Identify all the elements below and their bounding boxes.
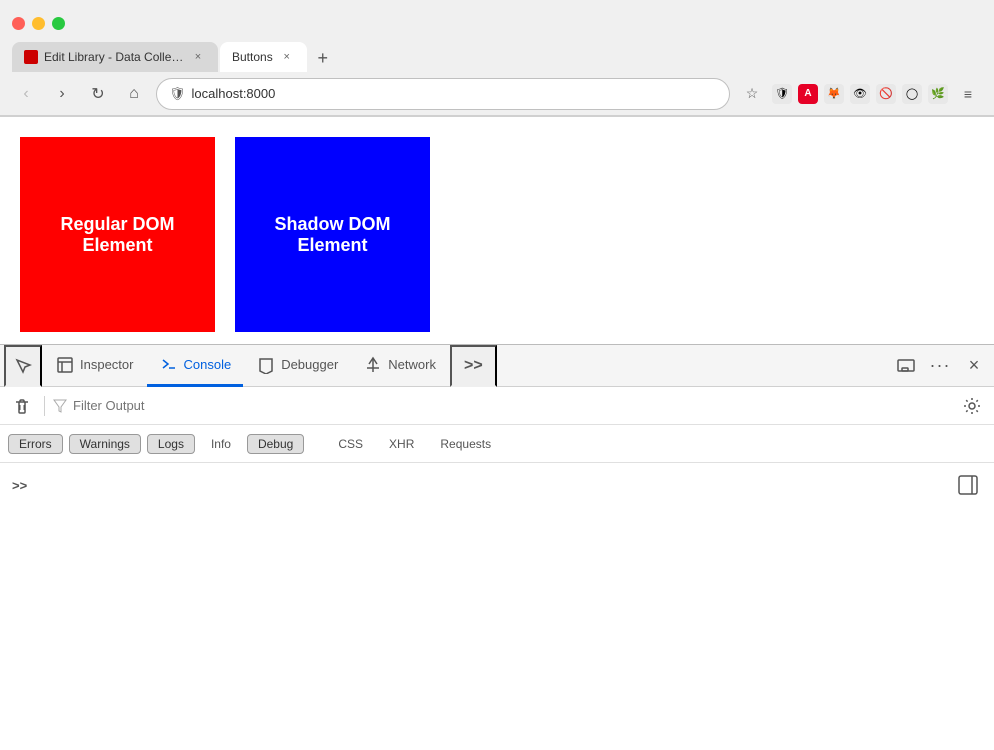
extension-vpn-icon[interactable]: 🛡 [772,84,792,104]
debugger-tab-label: Debugger [281,357,338,372]
filter-divider [44,396,45,416]
extension-firefox-icon[interactable]: 🦊 [824,84,844,104]
devtools-more-button[interactable]: ··· [924,350,956,382]
shield-icon: 🛡 [169,86,186,102]
tab-close-2[interactable]: × [279,49,295,65]
console-prompt: >> [12,478,27,493]
address-bar[interactable]: 🛡 [156,78,730,110]
console-icon [159,355,177,373]
filter-info-button[interactable]: Info [201,435,241,453]
network-tab-label: Network [388,357,436,372]
filter-xhr-button[interactable]: XHR [379,435,424,453]
address-input[interactable] [192,86,717,101]
bookmark-button[interactable]: ☆ [738,80,766,108]
extension-adobe-icon[interactable]: A [798,84,818,104]
filter-logs-button[interactable]: Logs [147,434,195,454]
responsive-icon [897,357,915,375]
filter-icon [53,399,67,413]
devtools-close-button[interactable]: × [958,350,990,382]
browser-chrome: Edit Library - Data Collection | T... × … [0,0,994,117]
devtools-toolbar: Inspector Console Debugger Network [0,345,994,387]
console-area: Errors Warnings Logs Info Debug CSS XHR … [0,387,994,507]
debugger-icon [257,356,275,374]
regular-dom-box[interactable]: Regular DOM Element [20,137,215,332]
nav-bar: ‹ › ↻ ⌂ 🛡 ☆ 🛡 A 🦊 👁 🚫 ◯ 🌿 ≡ [0,72,994,116]
home-button[interactable]: ⌂ [120,80,148,108]
close-window-button[interactable] [12,17,25,30]
inspector-icon [56,356,74,374]
filter-input-wrapper [53,398,950,413]
shadow-dom-box[interactable]: Shadow DOM Element [235,137,430,332]
pick-icon [14,357,32,375]
page-content: Regular DOM Element Shadow DOM Element [0,117,994,347]
console-tab-label: Console [183,357,231,372]
tabs-bar: Edit Library - Data Collection | T... × … [0,38,994,72]
filter-requests-button[interactable]: Requests [430,435,501,453]
filter-css-button[interactable]: CSS [328,435,373,453]
console-sidebar-button[interactable] [954,471,982,499]
tab-buttons[interactable]: Buttons × [220,42,307,72]
devtools-panel: Inspector Console Debugger Network [0,344,994,750]
devtools-tab-console[interactable]: Console [147,345,243,387]
nav-icons-right: ☆ 🛡 A 🦊 👁 🚫 ◯ 🌿 ≡ [738,80,982,108]
filter-bar [0,387,994,425]
console-settings-button[interactable] [958,392,986,420]
shadow-dom-label: Shadow DOM Element [251,214,414,256]
filter-warnings-button[interactable]: Warnings [69,434,141,454]
sidebar-icon [957,474,979,496]
extension-block-icon[interactable]: 🚫 [876,84,896,104]
network-icon [364,356,382,374]
forward-button[interactable]: › [48,80,76,108]
clear-console-button[interactable] [8,392,36,420]
devtools-pick-button[interactable] [4,345,42,387]
tab-favicon-1 [24,50,38,64]
devtools-tab-debugger[interactable]: Debugger [245,345,350,387]
filter-debug-button[interactable]: Debug [247,434,304,454]
minimize-window-button[interactable] [32,17,45,30]
title-bar [0,0,994,38]
tab-label-2: Buttons [232,50,273,64]
overflow-label: >> [464,357,483,375]
log-filters: Errors Warnings Logs Info Debug CSS XHR … [0,425,994,463]
devtools-tab-network[interactable]: Network [352,345,448,387]
extension-eye-icon[interactable]: 👁 [850,84,870,104]
tab-edit-library[interactable]: Edit Library - Data Collection | T... × [12,42,218,72]
extension-extra-icon[interactable]: ◯ [902,84,922,104]
maximize-window-button[interactable] [52,17,65,30]
responsive-toggle-button[interactable] [890,350,922,382]
tab-close-1[interactable]: × [190,49,206,65]
extension-green-icon[interactable]: 🌿 [928,84,948,104]
page-viewport: Regular DOM Element Shadow DOM Element [0,117,994,347]
window-controls [12,17,65,30]
menu-button[interactable]: ≡ [954,80,982,108]
new-tab-button[interactable]: + [309,44,337,72]
back-button[interactable]: ‹ [12,80,40,108]
gear-icon [963,397,981,415]
console-content-area: >> [0,463,994,507]
reload-button[interactable]: ↻ [84,80,112,108]
devtools-overflow-button[interactable]: >> [450,345,497,387]
inspector-tab-label: Inspector [80,357,133,372]
trash-icon [13,397,31,415]
filter-input[interactable] [73,398,950,413]
devtools-tab-inspector[interactable]: Inspector [44,345,145,387]
tab-label-1: Edit Library - Data Collection | T... [44,50,184,64]
filter-errors-button[interactable]: Errors [8,434,63,454]
regular-dom-label: Regular DOM Element [36,214,199,256]
